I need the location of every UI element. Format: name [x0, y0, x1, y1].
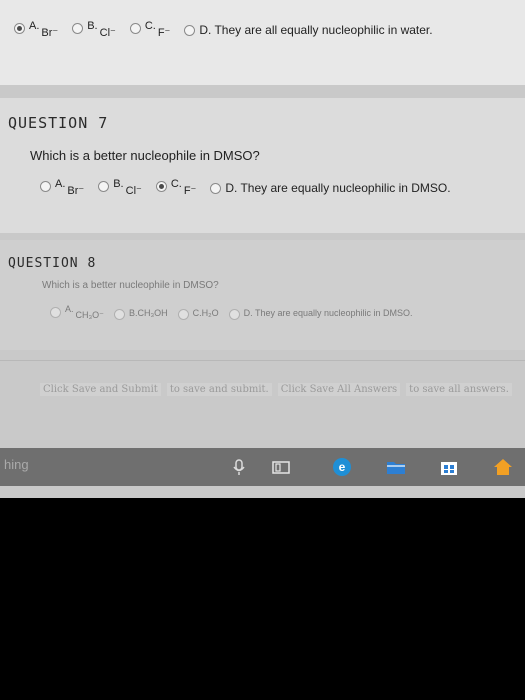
- question-6-answers: A. Br⁻ B. Cl⁻ C. F⁻ D. They are all equa…: [14, 20, 447, 39]
- taskbar: hing e: [0, 448, 525, 486]
- q8-radio-b[interactable]: [113, 308, 125, 320]
- question-7-title: QUESTION 7: [8, 114, 109, 132]
- question-8-block: QUESTION 8 Which is a better nucleophile…: [0, 240, 525, 350]
- question-8-answers: A. CH₃O⁻ B. CH₃OH C. H₂O D. They are equ…: [50, 304, 427, 321]
- question-6-block: A. Br⁻ B. Cl⁻ C. F⁻ D. They are all equa…: [0, 0, 525, 85]
- q7-radio-a[interactable]: [40, 181, 51, 192]
- action-buttons: Click Save and Submit to save and submit…: [40, 383, 512, 396]
- q6-option-d[interactable]: D. They are all equally nucleophilic in …: [184, 22, 433, 37]
- q7-option-a[interactable]: A. Br⁻: [40, 178, 84, 197]
- svg-text:e: e: [339, 460, 346, 474]
- save-all-answers-hint: to save all answers.: [406, 383, 512, 396]
- divider: [0, 360, 525, 361]
- q6-radio-c[interactable]: [129, 23, 141, 34]
- q6-radio-d[interactable]: [184, 25, 196, 36]
- q6-option-b[interactable]: B. Cl⁻: [72, 20, 116, 39]
- question-7-block: QUESTION 7 Which is a better nucleophile…: [0, 98, 525, 233]
- question-7-text: Which is a better nucleophile in DMSO?: [30, 148, 260, 163]
- q8-radio-d[interactable]: [228, 308, 240, 320]
- q8-option-b[interactable]: B. CH₃OH: [113, 306, 168, 320]
- q6-radio-b[interactable]: [72, 23, 84, 34]
- q6-radio-a[interactable]: [14, 23, 25, 34]
- taskbar-search[interactable]: hing: [4, 457, 29, 472]
- q8-option-a[interactable]: A. CH₃O⁻: [50, 304, 104, 321]
- save-and-submit-button[interactable]: Click Save and Submit: [40, 383, 161, 396]
- task-view-icon[interactable]: [270, 456, 292, 478]
- home-icon[interactable]: [492, 456, 514, 478]
- save-all-answers-button[interactable]: Click Save All Answers: [277, 383, 401, 396]
- q7-option-d[interactable]: D. They are equally nucleophilic in DMSO…: [210, 180, 451, 195]
- save-and-submit-hint: to save and submit.: [166, 383, 272, 396]
- q8-option-c[interactable]: C. H₂O: [177, 306, 219, 320]
- q8-radio-a[interactable]: [50, 307, 61, 318]
- store-icon[interactable]: [438, 456, 460, 478]
- q6-option-c[interactable]: C. F⁻: [129, 20, 170, 39]
- q7-radio-d[interactable]: [210, 183, 222, 194]
- q7-radio-b[interactable]: [98, 181, 110, 192]
- q7-option-c[interactable]: C. F⁻: [155, 178, 196, 197]
- q7-radio-c[interactable]: [155, 181, 167, 192]
- q6-option-a[interactable]: A. Br⁻: [14, 20, 58, 39]
- browser-viewport: A. Br⁻ B. Cl⁻ C. F⁻ D. They are all equa…: [0, 0, 525, 498]
- q7-option-b[interactable]: B. Cl⁻: [98, 178, 142, 197]
- folder-icon[interactable]: [385, 456, 407, 478]
- edge-icon[interactable]: e: [331, 456, 353, 478]
- q8-radio-c[interactable]: [177, 308, 189, 320]
- q8-option-d[interactable]: D. They are equally nucleophilic in DMSO…: [228, 306, 413, 320]
- microphone-icon[interactable]: [228, 456, 250, 478]
- question-8-text: Which is a better nucleophile in DMSO?: [42, 280, 219, 291]
- question-8-title: QUESTION 8: [8, 256, 97, 271]
- question-7-answers: A. Br⁻ B. Cl⁻ C. F⁻ D. They are equally …: [40, 178, 465, 197]
